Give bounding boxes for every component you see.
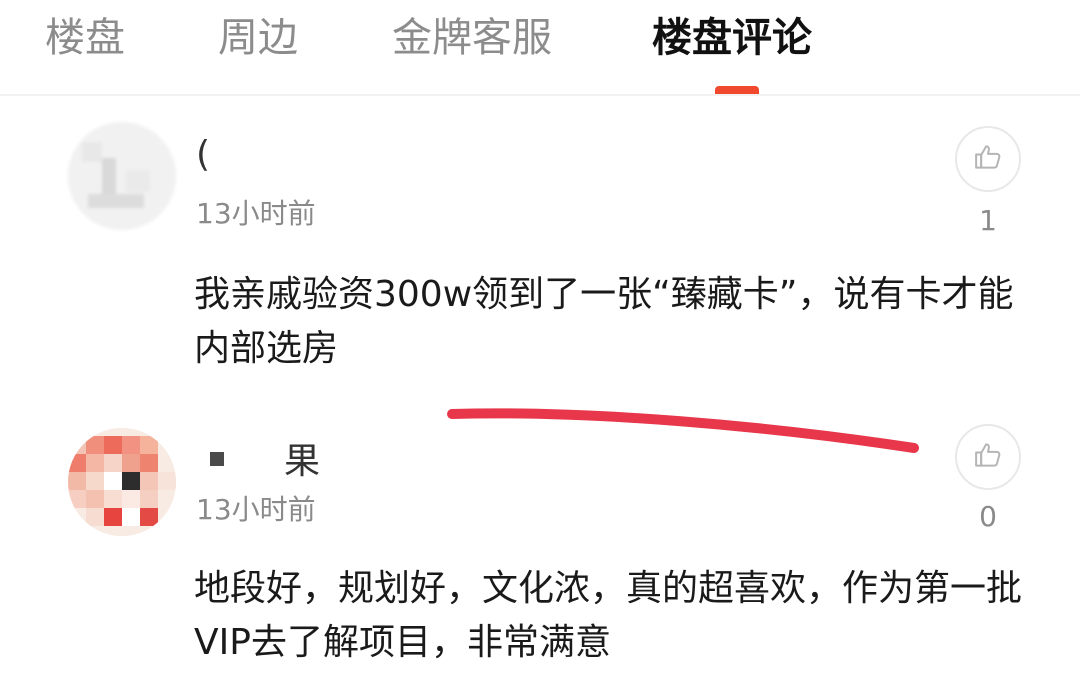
comment-text: 地段好，规划好，文化浓，真的超喜欢，作为第一批VIP去了解项目，非常满意 xyxy=(194,568,1023,663)
like-count: 1 xyxy=(979,204,997,237)
like-button[interactable] xyxy=(955,424,1021,490)
comment-time: 13小时前 xyxy=(196,197,316,230)
comment-time: 13小时前 xyxy=(196,493,316,526)
tab-surroundings[interactable]: 周边 xyxy=(218,8,298,68)
comment-item: ( 13小时前 1 我亲戚验资300w领到了一张“臻藏卡”，说有卡才能内部选房 xyxy=(0,96,1080,453)
thumbs-up-icon xyxy=(973,142,1003,176)
thumbs-up-icon xyxy=(973,440,1003,474)
like-count: 0 xyxy=(979,500,997,533)
comment-item: 果 13小时前 0 地段好，规划好，文化浓，真的超喜欢，作为第一批VIP去了解项… xyxy=(0,396,1080,690)
tab-customer-service[interactable]: 金牌客服 xyxy=(392,8,552,68)
tab-bar: 楼盘 周边 金牌客服 楼盘评论 xyxy=(0,0,1080,96)
avatar[interactable] xyxy=(68,122,176,230)
comment-text: 我亲戚验资300w领到了一张“臻藏卡”，说有卡才能内部选房 xyxy=(194,274,1014,369)
active-tab-indicator xyxy=(715,86,759,94)
username-redaction xyxy=(210,452,224,466)
username-visible-text: 果 xyxy=(284,441,321,482)
comments-page: 楼盘 周边 金牌客服 楼盘评论 ( 13小时前 1 我亲戚验资300w领到了一张… xyxy=(0,0,1080,690)
like-button[interactable] xyxy=(955,126,1021,192)
avatar[interactable] xyxy=(68,428,176,536)
tab-property[interactable]: 楼盘 xyxy=(45,8,125,68)
username[interactable]: ( xyxy=(196,134,210,175)
tab-property-reviews[interactable]: 楼盘评论 xyxy=(652,8,812,68)
